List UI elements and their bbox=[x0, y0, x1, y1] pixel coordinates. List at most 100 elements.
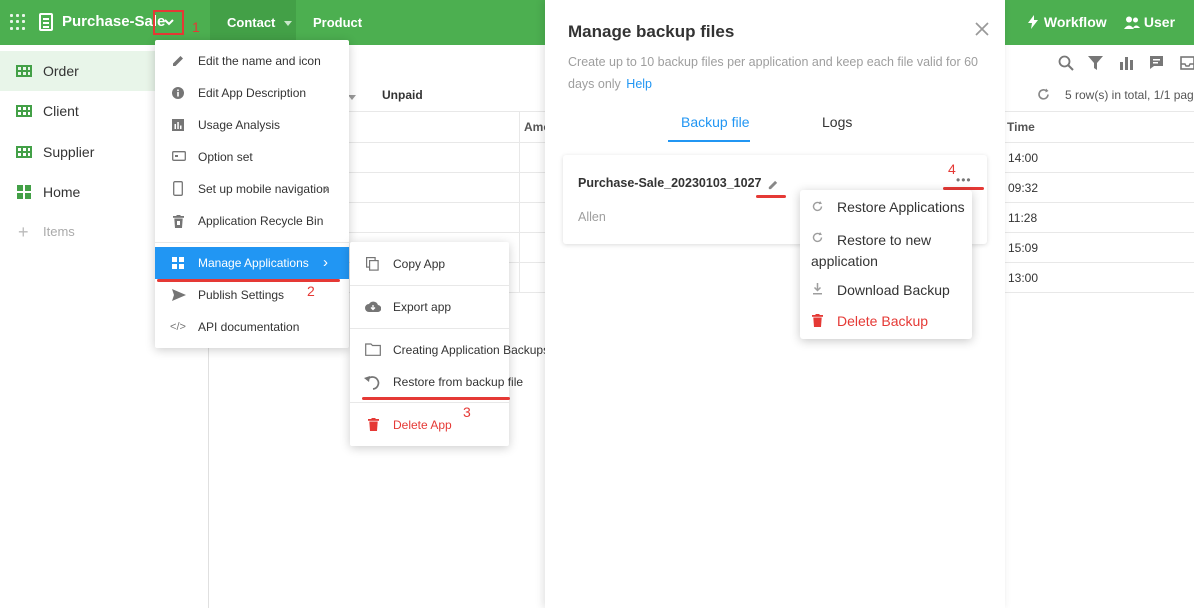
pencil-icon bbox=[172, 55, 184, 67]
table-cell-time: 11:28 bbox=[1008, 211, 1038, 225]
comment-icon[interactable] bbox=[1149, 55, 1164, 73]
app-menu-toggle-button[interactable] bbox=[153, 10, 184, 35]
users-icon bbox=[1124, 16, 1140, 29]
submenu-item-restore-backup[interactable]: Restore from backup file bbox=[350, 366, 523, 398]
folder-icon bbox=[365, 343, 381, 356]
active-tab-indicator bbox=[668, 140, 750, 142]
bar-chart-icon bbox=[172, 119, 184, 131]
menu-item-manage-applications[interactable]: Manage Applications › bbox=[155, 247, 349, 279]
table-cell-time: 15:09 bbox=[1008, 241, 1039, 255]
table-cell-time: 09:32 bbox=[1008, 181, 1039, 195]
inbox-icon[interactable] bbox=[1180, 55, 1194, 73]
menu-item-label: Edit App Description bbox=[198, 86, 307, 100]
app-icon bbox=[39, 13, 53, 31]
backup-file-name: Purchase-Sale_20230103_1027 bbox=[578, 176, 762, 190]
option-icon bbox=[172, 151, 186, 163]
table-border bbox=[1005, 111, 1194, 112]
menu-divider bbox=[350, 285, 509, 286]
menu-item-option-set[interactable]: Option set bbox=[155, 141, 349, 173]
menu-item-label: Manage Applications bbox=[198, 256, 309, 270]
menu-item-label: Restore from backup file bbox=[393, 375, 524, 389]
submenu-item-create-backup[interactable]: Creating Application Backups bbox=[350, 334, 550, 366]
search-icon[interactable] bbox=[1058, 55, 1074, 74]
table-icon bbox=[16, 105, 32, 117]
table-icon bbox=[16, 146, 32, 158]
menu-divider bbox=[350, 328, 509, 329]
nav-tab-product[interactable]: Product bbox=[313, 0, 362, 45]
trash-icon bbox=[367, 418, 379, 431]
submenu-item-delete-app[interactable]: Delete App bbox=[350, 409, 509, 441]
chevron-down-icon bbox=[163, 19, 174, 26]
menu-item-edit-name[interactable]: Edit the name and icon bbox=[155, 45, 349, 77]
table-row bbox=[1005, 262, 1194, 263]
submenu-item-export-app[interactable]: Export app bbox=[350, 291, 509, 323]
table-cell-time: 14:00 bbox=[1008, 151, 1039, 165]
menu-item-label: Restore Applications bbox=[837, 199, 965, 215]
annotation-2: 2 bbox=[307, 283, 315, 299]
menu-item-recycle-bin[interactable]: Application Recycle Bin bbox=[155, 205, 349, 237]
menu-item-label: Set up mobile navigation bbox=[198, 182, 330, 196]
app-title: Purchase-Sale bbox=[62, 13, 166, 30]
annotation-underline bbox=[362, 397, 510, 400]
user-button[interactable]: User bbox=[1124, 14, 1175, 30]
table-row bbox=[1005, 172, 1194, 173]
menu-divider bbox=[350, 402, 509, 403]
bar-chart-icon[interactable] bbox=[1119, 56, 1133, 73]
annotation-4: 4 bbox=[948, 161, 956, 177]
sidebar-item-label: Client bbox=[43, 103, 79, 119]
nav-tab-contact[interactable]: Contact bbox=[210, 0, 296, 45]
menu-item-label: Copy App bbox=[393, 257, 446, 271]
cloud-download-icon bbox=[365, 301, 382, 313]
app-menu: Edit the name and icon Edit App Descript… bbox=[155, 40, 349, 348]
mobile-icon bbox=[172, 181, 184, 196]
tab-backup-file[interactable]: Backup file bbox=[681, 114, 749, 130]
caret-down-icon bbox=[284, 21, 293, 27]
send-icon bbox=[172, 289, 186, 301]
dialog-description: Create up to 10 backup files per applica… bbox=[568, 51, 988, 95]
undo-icon bbox=[364, 374, 380, 390]
sidebar-item-label: Order bbox=[43, 63, 79, 79]
nav-tab-label: Contact bbox=[227, 15, 276, 30]
help-link[interactable]: Help bbox=[626, 77, 652, 91]
menu-item-restore-to-new-application[interactable]: Restore to new application bbox=[800, 230, 972, 270]
menu-item-label: Application Recycle Bin bbox=[198, 214, 324, 228]
tab-logs[interactable]: Logs bbox=[822, 114, 852, 130]
submenu-item-copy-app[interactable]: Copy App bbox=[350, 248, 509, 280]
chevron-right-icon: › bbox=[323, 254, 328, 271]
menu-item-label: Delete App bbox=[393, 418, 452, 432]
workflow-button[interactable]: Workflow bbox=[1026, 14, 1107, 30]
table-row bbox=[1005, 202, 1194, 203]
backup-author: Allen bbox=[578, 210, 606, 224]
dashboard-icon bbox=[17, 185, 33, 199]
filter-icon[interactable] bbox=[1088, 56, 1103, 73]
backup-actions-menu: Restore Applications Restore to new appl… bbox=[800, 190, 972, 339]
download-icon bbox=[812, 283, 823, 298]
menu-item-label: Usage Analysis bbox=[198, 118, 281, 132]
app-grid-icon[interactable] bbox=[10, 14, 26, 30]
annotation-3: 3 bbox=[463, 404, 471, 420]
filter-tab-unpaid[interactable]: Unpaid bbox=[382, 88, 423, 102]
menu-item-api-documentation[interactable]: </> API documentation bbox=[155, 311, 349, 343]
close-icon[interactable] bbox=[975, 22, 989, 39]
menu-item-label: Download Backup bbox=[837, 282, 950, 298]
menu-item-mobile-navigation[interactable]: Set up mobile navigation › bbox=[155, 173, 349, 205]
refresh-icon[interactable] bbox=[1037, 88, 1050, 104]
dialog-title: Manage backup files bbox=[568, 22, 735, 41]
table-row bbox=[1005, 292, 1194, 293]
menu-item-publish-settings[interactable]: Publish Settings bbox=[155, 279, 349, 311]
filter-caret-icon bbox=[348, 88, 356, 103]
menu-item-label: Publish Settings bbox=[198, 288, 285, 302]
pencil-icon[interactable] bbox=[768, 178, 778, 193]
menu-divider bbox=[155, 242, 349, 243]
menu-item-label: Edit the name and icon bbox=[198, 54, 321, 68]
table-row bbox=[1005, 232, 1194, 233]
column-header-time[interactable]: Time bbox=[1007, 120, 1035, 134]
sidebar-item-label: Items bbox=[43, 224, 75, 239]
menu-item-edit-description[interactable]: Edit App Description bbox=[155, 77, 349, 109]
annotation-1: 1 bbox=[192, 19, 200, 35]
table-icon bbox=[16, 65, 32, 77]
more-icon[interactable]: ••• bbox=[956, 173, 972, 187]
menu-item-usage-analysis[interactable]: Usage Analysis bbox=[155, 109, 349, 141]
menu-item-label: API documentation bbox=[198, 320, 300, 334]
annotation-underline bbox=[157, 279, 340, 282]
